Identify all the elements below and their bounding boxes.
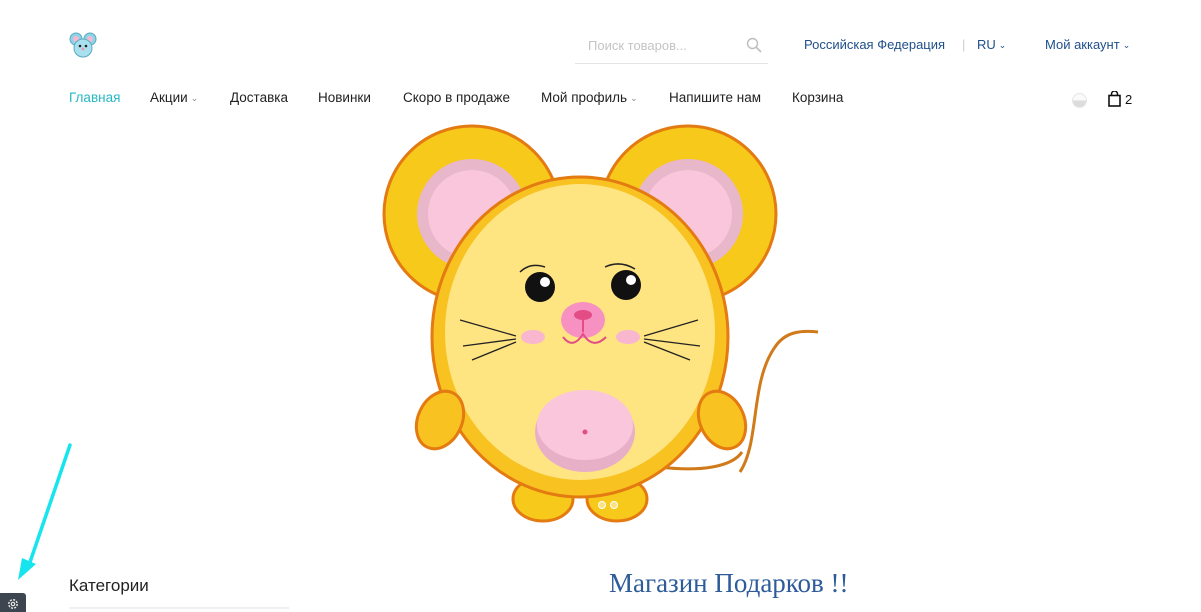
cart-count: 2 <box>1125 92 1133 107</box>
mouse-logo-icon[interactable] <box>69 32 97 60</box>
page-title: Магазин Подарков !! <box>609 568 849 598</box>
search-icon[interactable] <box>746 37 762 53</box>
chevron-down-icon: ⌄ <box>998 40 1007 50</box>
gear-icon <box>8 599 18 609</box>
categories-title: Категории <box>69 576 149 595</box>
slider-dot[interactable] <box>610 501 618 509</box>
account-menu[interactable]: Мой аккаунт ⌄ <box>1045 37 1130 53</box>
nav-item-contact[interactable]: Напишите нам <box>669 90 761 105</box>
chevron-down-icon: ⌄ <box>1122 40 1131 50</box>
nav-item-cart[interactable]: Корзина <box>792 90 843 105</box>
nav-item-home[interactable]: Главная <box>69 90 120 105</box>
search-box <box>575 28 768 64</box>
language-selector[interactable]: RU ⌄ <box>977 37 1006 53</box>
theme-toggle-icon[interactable] <box>1072 93 1087 108</box>
nav-item-delivery[interactable]: Доставка <box>230 90 288 105</box>
hero-mouse-image <box>382 124 819 523</box>
nav-item-label: Мой профиль <box>541 90 628 105</box>
chevron-down-icon: ⌄ <box>630 93 638 103</box>
slider-dots <box>598 496 622 514</box>
region-link[interactable]: Российская Федерация <box>804 37 945 53</box>
shopping-bag-icon <box>1108 91 1121 107</box>
nav-item-new[interactable]: Новинки <box>318 90 371 105</box>
nav-item-coming-soon[interactable]: Скоро в продаже <box>403 90 510 105</box>
nav-item-label: Акции <box>150 90 188 105</box>
slider-dot[interactable] <box>598 501 606 509</box>
settings-button[interactable] <box>0 593 26 612</box>
nav-item-promotions[interactable]: Акции ⌄ <box>150 90 198 105</box>
arrow-annotation-icon <box>18 443 72 580</box>
nav-item-profile[interactable]: Мой профиль ⌄ <box>541 90 638 105</box>
search-input[interactable] <box>575 28 725 62</box>
account-label: Мой аккаунт <box>1045 37 1120 52</box>
language-label: RU <box>977 37 996 52</box>
chevron-down-icon: ⌄ <box>190 93 199 103</box>
header-separator: | <box>962 37 966 52</box>
divider <box>69 607 289 609</box>
